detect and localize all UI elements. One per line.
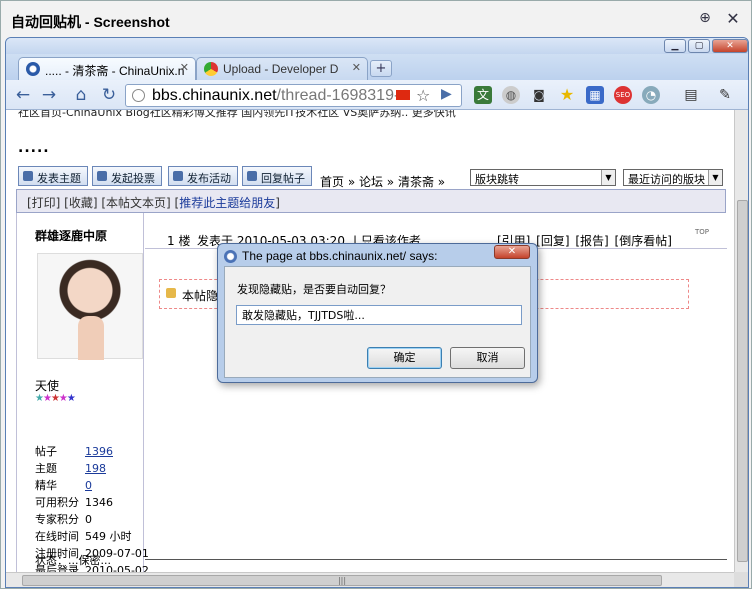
screenshot-viewer: 自动回贴机 - Screenshot ⊕ ✕ ▁ ▢ ✕ ..... - 清茶斋… xyxy=(0,0,752,589)
avatar[interactable] xyxy=(37,253,143,360)
page-icon xyxy=(132,89,145,102)
chrome-dialog-icon xyxy=(224,250,237,263)
chevron-down-icon: ▼ xyxy=(708,170,722,185)
back-button[interactable]: ← xyxy=(12,84,34,106)
star-extension-icon[interactable]: ★ xyxy=(558,86,576,104)
stat-label: 主题 xyxy=(35,462,57,475)
author-stat-row: 在线时间 549 小时 xyxy=(35,528,132,544)
stat-label: 在线时间 xyxy=(35,530,79,543)
home-icon[interactable]: ⌂ xyxy=(70,84,92,106)
reply-text-input[interactable] xyxy=(236,305,522,325)
maximize-button[interactable]: ▢ xyxy=(688,39,710,53)
stat-value: 0 xyxy=(85,513,92,526)
scrollbar-thumb[interactable] xyxy=(737,200,748,562)
tab-label: Upload - Developer D xyxy=(223,62,339,76)
new-topic-button[interactable]: 发表主题 xyxy=(18,166,88,186)
forum-jump-select[interactable]: 版块跳转 ▼ xyxy=(470,169,616,186)
thread-toolbar: [打印] [收藏] [本帖文本页] [推荐此主题给朋友] xyxy=(16,189,726,213)
window-close-button[interactable]: ✕ xyxy=(712,39,748,53)
browser-toolbar: ← → ⌂ ↻ bbs.chinaunix.net/thread-1698319… xyxy=(6,80,748,110)
stat-label: 可用积分 xyxy=(35,496,79,509)
translate-extension-icon[interactable]: 文 xyxy=(474,86,492,104)
dialog-title: The page at bbs.chinaunix.net/ says: xyxy=(242,249,438,263)
reload-icon[interactable]: ↻ xyxy=(98,84,120,106)
post-divider xyxy=(145,559,727,560)
scrollbar-corner xyxy=(734,572,748,587)
stat-label: 帖子 xyxy=(35,445,57,458)
ok-button[interactable]: 确定 xyxy=(367,347,442,369)
tab-close-icon[interactable]: ✕ xyxy=(180,61,189,74)
tab-label: ..... - 清茶斋 - ChinaUnix.n xyxy=(45,64,185,78)
vertical-scrollbar[interactable] xyxy=(734,110,748,572)
stat-value[interactable]: 0 xyxy=(85,479,92,492)
tab-chinaunix[interactable]: ..... - 清茶斋 - ChinaUnix.n ✕ xyxy=(18,57,196,80)
event-icon xyxy=(173,171,183,181)
back-to-top-link[interactable]: TOP xyxy=(695,228,709,236)
author-sidebar: 群雄逐鹿中原 天使 ★★★★★ 帖子 1396 主题 198 精华 0 可用积分 1346 专家… xyxy=(17,213,149,572)
post-floor: 1 楼 xyxy=(167,234,191,248)
news-ticker: 社区首页-ChinaUnix Blog社区精彩博文推荐 国内领先IT技术社区 V… xyxy=(18,110,456,119)
new-topic-icon xyxy=(23,171,33,181)
new-poll-button[interactable]: 发起投票 xyxy=(92,166,162,186)
china-flag-icon xyxy=(396,90,410,100)
close-icon[interactable]: ✕ xyxy=(723,9,743,29)
breadcrumb[interactable]: 首页 » 论坛 » 清茶斋 » xyxy=(320,173,445,190)
tab-upload[interactable]: Upload - Developer D ✕ xyxy=(196,57,368,80)
author-stat-row: 帖子 1396 xyxy=(35,443,113,459)
thread-title: ..... xyxy=(18,140,50,156)
scrollbar-thumb[interactable]: ||| xyxy=(22,575,662,586)
url-text[interactable]: bbs.chinaunix.net/thread-1698319-1- xyxy=(152,87,402,105)
stat-value[interactable]: 198 xyxy=(85,462,106,475)
author-stat-row: 精华 0 xyxy=(35,477,92,493)
chat-extension-icon[interactable]: ◔ xyxy=(642,86,660,104)
minimize-button[interactable]: ▁ xyxy=(664,39,686,53)
dialog-message: 发现隐藏贴，是否要自动回复？ xyxy=(237,283,391,296)
forward-button[interactable]: → xyxy=(38,84,60,106)
globe-extension-icon[interactable]: ◍ xyxy=(502,86,520,104)
camera-extension-icon[interactable]: ◙ xyxy=(530,86,548,104)
window-controls: ▁ ▢ ✕ xyxy=(664,39,748,53)
cancel-button[interactable]: 取消 xyxy=(450,347,525,369)
calendar-extension-icon[interactable]: ▦ xyxy=(586,86,604,104)
bookmark-star-icon[interactable]: ☆ xyxy=(416,86,430,105)
viewer-title: 自动回贴机 - Screenshot xyxy=(11,14,170,30)
browser-titlebar: ▁ ▢ ✕ xyxy=(6,38,748,54)
author-status: 状态：...保密... xyxy=(35,554,111,567)
tab-close-icon[interactable]: ✕ xyxy=(352,61,361,74)
dialog-close-button[interactable]: ✕ xyxy=(494,245,530,259)
poll-icon xyxy=(97,171,107,181)
chinaunix-favicon-icon xyxy=(26,62,40,76)
zoom-icon[interactable]: ⊕ xyxy=(695,10,715,30)
chrome-favicon-icon xyxy=(204,62,218,76)
stat-value: 549 小时 xyxy=(85,530,132,543)
new-event-button[interactable]: 发布活动 xyxy=(168,166,238,186)
author-stat-row: 主题 198 xyxy=(35,460,106,476)
seo-extension-icon[interactable]: SEO xyxy=(614,86,632,104)
stat-label: 精华 xyxy=(35,479,57,492)
page-menu-icon[interactable]: ▤ xyxy=(682,86,700,104)
horizontal-scrollbar[interactable]: ||| xyxy=(6,572,734,587)
stat-value: 1346 xyxy=(85,496,113,509)
tab-bar: ..... - 清茶斋 - ChinaUnix.n ✕ Upload - Dev… xyxy=(6,54,748,80)
go-icon[interactable]: ▶ xyxy=(441,86,452,102)
rank-stars: ★★★★★ xyxy=(35,393,76,404)
thread-links[interactable]: [打印] [收藏] [本帖文本页] [ xyxy=(27,196,179,210)
reply-icon xyxy=(247,171,257,181)
recent-forums-select[interactable]: 最近访问的版块 ▼ xyxy=(623,169,723,186)
author-stat-row: 可用积分 1346 xyxy=(35,494,113,510)
new-tab-button[interactable]: + xyxy=(370,60,392,77)
chevron-down-icon: ▼ xyxy=(601,170,615,185)
wrench-menu-icon[interactable]: ✎ xyxy=(716,86,734,104)
stat-value[interactable]: 1396 xyxy=(85,445,113,458)
author-name[interactable]: 群雄逐鹿中原 xyxy=(35,227,107,244)
author-rank: 天使 xyxy=(35,379,60,393)
stat-label: 专家积分 xyxy=(35,513,79,526)
address-bar[interactable]: bbs.chinaunix.net/thread-1698319-1- ☆ ▶ xyxy=(125,84,462,107)
dialog-body: 发现隐藏贴，是否要自动回复？ 确定 取消 xyxy=(224,266,531,378)
alert-dialog: The page at bbs.chinaunix.net/ says: ✕ 发… xyxy=(217,243,538,383)
recommend-link[interactable]: 推荐此主题给朋友 xyxy=(179,196,275,210)
author-stat-row: 专家积分 0 xyxy=(35,511,92,527)
reply-button[interactable]: 回复帖子 xyxy=(242,166,312,186)
lock-icon xyxy=(166,288,176,298)
